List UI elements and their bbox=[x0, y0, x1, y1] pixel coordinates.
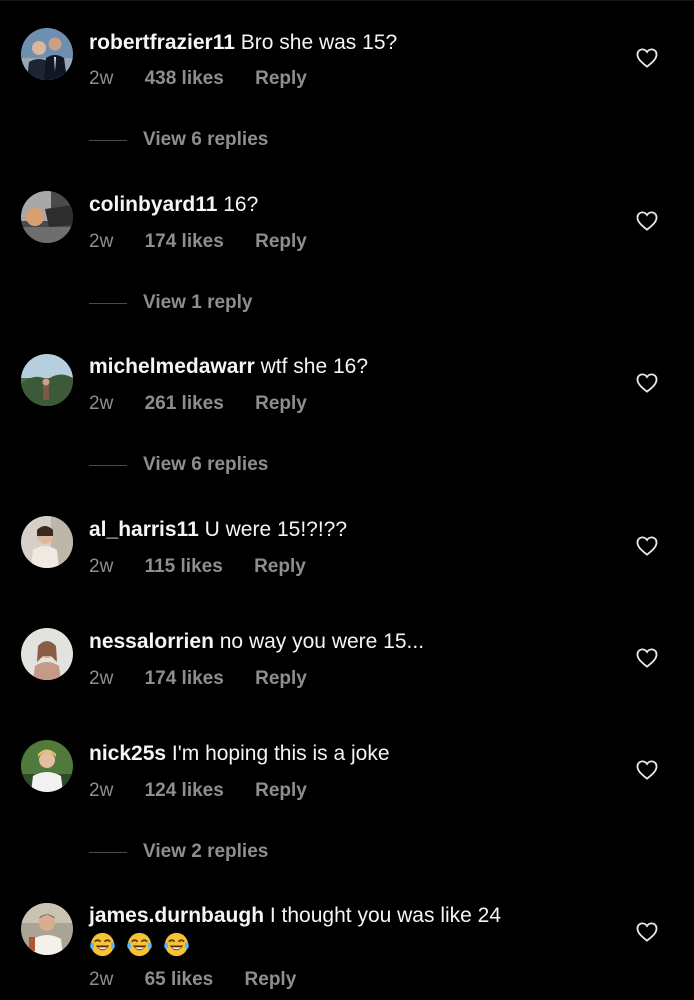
avatar[interactable] bbox=[21, 191, 73, 243]
heart-outline-icon[interactable] bbox=[636, 211, 658, 231]
reply-button[interactable]: Reply bbox=[255, 392, 307, 416]
comment-meta: 2w 115 likes Reply bbox=[89, 555, 306, 579]
comment-time: 2w bbox=[89, 780, 114, 801]
comment-username[interactable]: nessalorrien bbox=[89, 630, 214, 653]
view-replies-button[interactable]: View 6 replies bbox=[89, 453, 268, 477]
avatar[interactable] bbox=[21, 628, 73, 680]
heart-outline-icon[interactable] bbox=[636, 922, 658, 942]
comment-likes[interactable]: 438 likes bbox=[145, 67, 224, 91]
view-replies-button[interactable]: View 6 replies bbox=[89, 128, 268, 152]
comment-time: 2w bbox=[89, 393, 114, 414]
avatar-two-men-suits-icon bbox=[21, 28, 73, 80]
avatar[interactable] bbox=[21, 740, 73, 792]
comment-text-block: colinbyard11 16? bbox=[89, 192, 609, 218]
comment-text-block: michelmedawarr wtf she 16? bbox=[89, 354, 609, 380]
tears-of-joy-emoji-icon bbox=[127, 932, 152, 957]
comment-text-block: nick25s I'm hoping this is a joke bbox=[89, 741, 609, 767]
comment-username[interactable]: robertfrazier11 bbox=[89, 31, 235, 54]
comment-username[interactable]: james.durnbaugh bbox=[89, 904, 264, 927]
avatar-blond-person-icon bbox=[21, 740, 73, 792]
avatar-person-white-shirt-icon bbox=[21, 903, 73, 955]
comment-username[interactable]: nick25s bbox=[89, 742, 166, 765]
comment-meta: 2w 438 likes Reply bbox=[89, 67, 307, 91]
avatar-person-pale-icon bbox=[21, 628, 73, 680]
comment-meta: 2w 65 likes Reply bbox=[89, 968, 296, 992]
comment-time: 2w bbox=[89, 668, 114, 689]
comment-likes[interactable]: 124 likes bbox=[145, 779, 224, 803]
reply-button[interactable]: Reply bbox=[255, 230, 307, 254]
comment-text: no way you were 15... bbox=[219, 630, 425, 653]
avatar[interactable] bbox=[21, 354, 73, 406]
heart-outline-icon[interactable] bbox=[636, 536, 658, 556]
view-replies-button[interactable]: View 1 reply bbox=[89, 291, 253, 315]
reply-button[interactable]: Reply bbox=[245, 968, 297, 992]
view-replies-label: View 2 replies bbox=[143, 841, 269, 862]
tears-of-joy-emoji-icon bbox=[90, 932, 115, 957]
comment-time: 2w bbox=[89, 231, 114, 252]
comment-text-block: nessalorrien no way you were 15... bbox=[89, 629, 609, 655]
heart-outline-icon[interactable] bbox=[636, 373, 658, 393]
heart-outline-icon[interactable] bbox=[636, 648, 658, 668]
comment-text-block: james.durnbaugh I thought you was like 2… bbox=[89, 903, 609, 959]
view-replies-label: View 1 reply bbox=[143, 292, 253, 313]
comment-text: wtf she 16? bbox=[260, 355, 368, 378]
reply-button[interactable]: Reply bbox=[254, 555, 306, 579]
comment-meta: 2w 174 likes Reply bbox=[89, 667, 307, 691]
comment-time: 2w bbox=[89, 969, 114, 990]
replies-divider bbox=[89, 139, 127, 141]
comment-text: 16? bbox=[223, 193, 259, 216]
reply-button[interactable]: Reply bbox=[255, 67, 307, 91]
tears-of-joy-emoji-icon bbox=[163, 932, 189, 957]
comment-likes[interactable]: 65 likes bbox=[145, 968, 214, 992]
comment-text: I thought you was like 24 bbox=[269, 904, 502, 927]
comment-text-block: al_harris11 U were 15!?!?? bbox=[89, 517, 609, 543]
comment-likes[interactable]: 115 likes bbox=[145, 555, 223, 579]
avatar[interactable] bbox=[21, 28, 73, 80]
comment-likes[interactable]: 261 likes bbox=[145, 392, 224, 416]
avatar[interactable] bbox=[21, 903, 73, 955]
replies-divider bbox=[89, 851, 127, 853]
heart-outline-icon[interactable] bbox=[636, 48, 658, 68]
comment-text: Bro she was 15? bbox=[240, 31, 398, 54]
avatar-landscape-icon bbox=[21, 354, 73, 406]
comment-text: U were 15!?!?? bbox=[204, 518, 348, 541]
avatar[interactable] bbox=[21, 516, 73, 568]
comment-username[interactable]: michelmedawarr bbox=[89, 355, 255, 378]
comment-meta: 2w 124 likes Reply bbox=[89, 779, 307, 803]
view-replies-label: View 6 replies bbox=[143, 129, 269, 150]
comment-time: 2w bbox=[89, 68, 114, 89]
comment-likes[interactable]: 174 likes bbox=[145, 230, 224, 254]
comment-time: 2w bbox=[89, 556, 114, 577]
view-replies-label: View 6 replies bbox=[143, 454, 269, 475]
comment-meta: 2w 261 likes Reply bbox=[89, 392, 307, 416]
replies-divider bbox=[89, 302, 127, 304]
heart-outline-icon[interactable] bbox=[636, 760, 658, 780]
avatar-person-light-icon bbox=[21, 516, 73, 568]
avatar-dark-outdoor-icon bbox=[21, 191, 73, 243]
reply-button[interactable]: Reply bbox=[255, 667, 307, 691]
comment-likes[interactable]: 174 likes bbox=[145, 667, 224, 691]
comment-username[interactable]: colinbyard11 bbox=[89, 193, 217, 216]
replies-divider bbox=[89, 464, 127, 466]
view-replies-button[interactable]: View 2 replies bbox=[89, 840, 268, 864]
comment-meta: 2w 174 likes Reply bbox=[89, 230, 307, 254]
comment-username[interactable]: al_harris11 bbox=[89, 518, 199, 541]
reply-button[interactable]: Reply bbox=[255, 779, 307, 803]
top-divider bbox=[0, 0, 694, 1]
comment-text-block: robertfrazier11 Bro she was 15? bbox=[89, 30, 609, 56]
comment-text: I'm hoping this is a joke bbox=[171, 742, 390, 765]
emoji-row bbox=[89, 931, 609, 959]
